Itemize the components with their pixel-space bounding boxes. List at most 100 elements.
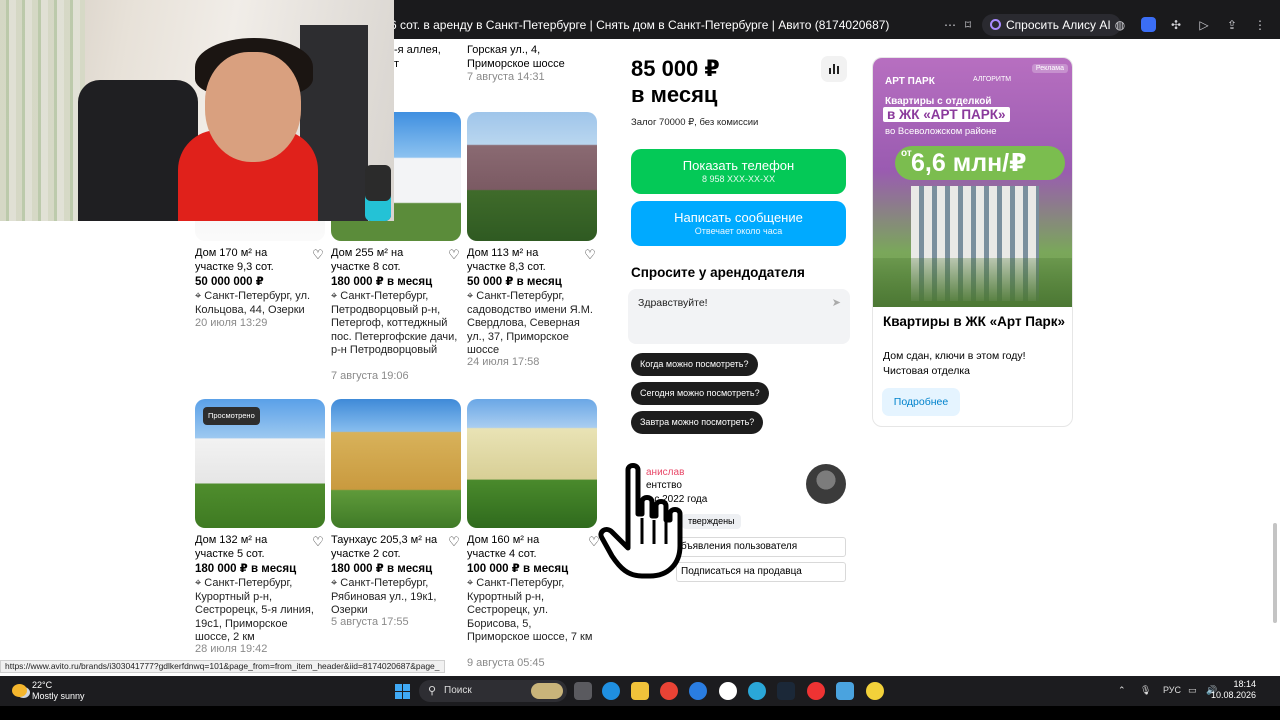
obs-icon[interactable] — [807, 682, 825, 700]
network-icon[interactable]: ▭ — [1188, 685, 1197, 696]
telegram-icon[interactable] — [748, 682, 766, 700]
ad-more-button[interactable]: Подробнее — [882, 388, 960, 416]
more-dots-icon[interactable]: ⋯ — [942, 17, 958, 33]
listing-title[interactable]: Дом 132 м² на участке 5 сот. — [195, 534, 307, 561]
listing-price: 180 000 ₽ в месяц — [195, 563, 297, 575]
app-icon[interactable] — [689, 682, 707, 700]
listing-title[interactable]: Дом 170 м² на участке 9,3 сот. — [195, 247, 307, 274]
listing-title[interactable]: Таунхаус 205,3 м² на участке 2 сот. — [331, 534, 443, 561]
windows-taskbar: 22°C Mostly sunny ⚲ Поиск ⌃ 🎙 РУС ▭ 🔊 18… — [0, 676, 1280, 706]
listing-address: ⌖ Санкт-Петербург, Петродворцовый р-н, П… — [331, 290, 458, 356]
listing-card-6[interactable]: Дом 160 м² на участке 4 сот. ♡ 100 000 ₽… — [467, 399, 600, 671]
favorite-heart-icon[interactable]: ♡ — [583, 248, 597, 262]
listing-date: 5 августа 17:55 — [331, 616, 409, 628]
tray-chevron-icon[interactable]: ⌃ — [1118, 685, 1126, 696]
search-icon: ⚲ — [428, 685, 437, 697]
app-icon[interactable] — [866, 682, 884, 700]
listing-address: ⌖ Санкт-Петербург, Курортный р-н, Сестро… — [467, 577, 593, 643]
quick-question-chip[interactable]: Сегодня можно посмотреть? — [631, 382, 769, 405]
listing-photo[interactable] — [467, 112, 597, 241]
partial-listing-right[interactable]: Горская ул., 4, Приморское шоссе 7 авгус… — [467, 44, 565, 85]
subscribe-seller-button[interactable]: Подписаться на продавца — [676, 562, 846, 582]
send-arrow-icon[interactable]: ➤ — [832, 296, 841, 309]
favorite-heart-icon[interactable]: ♡ — [447, 248, 461, 262]
stats-chart-icon[interactable] — [821, 56, 847, 82]
seller-avatar[interactable] — [806, 464, 846, 504]
share-icon[interactable]: ⇪ — [1224, 17, 1240, 33]
task-view-icon[interactable] — [574, 682, 592, 700]
taskbar-search[interactable]: ⚲ Поиск — [419, 680, 567, 702]
all-ads-button[interactable]: бъявления пользователя — [676, 537, 846, 557]
ask-alice-button[interactable]: Спросить Алису AI — [982, 14, 1121, 36]
scrollbar-thumb[interactable] — [1273, 523, 1277, 623]
ad-tag: Реклама — [1031, 64, 1068, 73]
extension-icon[interactable] — [1141, 17, 1156, 32]
weather-widget[interactable]: 22°C Mostly sunny — [32, 680, 85, 702]
language-indicator[interactable]: РУС — [1163, 685, 1181, 695]
ad-logo: АРТ ПАРК — [885, 76, 935, 87]
listing-price: 50 000 ₽ в месяц — [467, 276, 562, 288]
ad-card[interactable]: Реклама АРТ ПАРК АЛГОРИТМ Квартиры с отд… — [872, 57, 1073, 427]
listing-date: 9 августа 05:45 — [467, 657, 545, 669]
listing-price: 180 000 ₽ в месяц — [331, 563, 433, 575]
ad-partner-logo: АЛГОРИТМ — [973, 76, 1012, 83]
favorite-heart-icon[interactable]: ♡ — [447, 535, 461, 549]
location-pin-icon: ⌖ — [331, 290, 338, 302]
quick-question-chip[interactable]: Когда можно посмотреть? — [631, 353, 758, 376]
listing-photo[interactable] — [331, 399, 461, 528]
listing-price: 180 000 ₽ в месяц — [331, 276, 433, 288]
ad-banner[interactable]: Реклама АРТ ПАРК АЛГОРИТМ Квартиры с отд… — [873, 58, 1072, 307]
media-icon[interactable]: ▷ — [1196, 17, 1212, 33]
seller-confirmed-badge: тверждены — [682, 514, 741, 529]
webcam-overlay — [0, 0, 394, 221]
translate-icon[interactable]: ◍ — [1112, 17, 1128, 33]
listing-address: ⌖ Санкт-Петербург, ул. Кольцова, 44, Озе… — [195, 290, 311, 316]
listing-title[interactable]: Дом 160 м² на участке 4 сот. — [467, 534, 579, 561]
microphone-icon[interactable]: 🎙 — [1140, 685, 1151, 696]
location-pin-icon: ⌖ — [467, 290, 474, 302]
page-scrollbar[interactable] — [1272, 40, 1278, 670]
listing-title[interactable]: Дом 113 м² на участке 8,3 сот. — [467, 247, 579, 274]
listing-date: 28 июля 19:42 — [195, 643, 268, 655]
favorite-heart-icon[interactable]: ♡ — [311, 535, 325, 549]
page-title: 6 сот. в аренду в Санкт-Петербурге | Сня… — [390, 18, 890, 32]
quick-question-chip[interactable]: Завтра можно посмотреть? — [631, 411, 764, 434]
location-pin-icon: ⌖ — [195, 577, 202, 589]
alice-icon — [990, 19, 1001, 30]
listing-date: 7 августа 19:06 — [331, 370, 409, 382]
steam-icon[interactable] — [777, 682, 795, 700]
rent-price: 85 000 ₽ в месяц — [631, 56, 720, 107]
location-pin-icon: ⌖ — [331, 577, 338, 589]
screen: -я аллея, т Горская ул., 4, Приморское ш… — [0, 0, 1280, 720]
yandex-browser-icon[interactable] — [719, 682, 737, 700]
viewed-badge: Просмотрено — [203, 407, 260, 425]
listing-title[interactable]: Дом 255 м² на участке 8 сот. — [331, 247, 443, 274]
chrome-icon[interactable] — [660, 682, 678, 700]
listing-photo[interactable]: Просмотрено — [195, 399, 325, 528]
show-phone-button[interactable]: Показать телефон 8 958 XXX-XX-XX — [631, 149, 846, 194]
clock[interactable]: 18:14 10.08.2026 — [1211, 679, 1256, 701]
puzzle-icon[interactable]: ✣ — [1168, 17, 1184, 33]
favorite-heart-icon[interactable]: ♡ — [311, 248, 325, 262]
listing-photo[interactable] — [467, 399, 597, 528]
partial-listing-left[interactable]: -я аллея, т — [394, 44, 441, 71]
edge-icon[interactable] — [602, 682, 620, 700]
ask-landlord-title: Спросите у арендодателя — [631, 265, 805, 280]
listing-price: 50 000 000 ₽ — [195, 276, 264, 288]
hand-pointer-cursor-icon — [598, 463, 683, 579]
listing-card-5[interactable]: Таунхаус 205,3 м² на участке 2 сот. ♡ 18… — [331, 399, 461, 629]
ad-title[interactable]: Квартиры в ЖК «Арт Парк» — [883, 313, 1068, 330]
listing-card-4[interactable]: Просмотрено Дом 132 м² на участке 5 сот.… — [195, 399, 325, 659]
file-explorer-icon[interactable] — [631, 682, 649, 700]
bookmark-icon[interactable]: ⌑ — [960, 17, 976, 33]
status-bar-url: https://www.avito.ru/brands/i303041777?g… — [0, 660, 445, 673]
message-input[interactable]: Здравствуйте! ➤ — [628, 289, 850, 344]
menu-icon[interactable]: ⋮ — [1252, 17, 1268, 33]
windows-start-icon[interactable] — [395, 684, 410, 699]
listing-address: ⌖ Санкт-Петербург, садоводство имени Я.М… — [467, 290, 593, 356]
write-message-button[interactable]: Написать сообщение Отвечает около часа — [631, 201, 846, 246]
listing-card-3[interactable]: Дом 113 м² на участке 8,3 сот. ♡ 50 000 … — [467, 112, 597, 372]
weather-sun-icon[interactable] — [12, 684, 27, 697]
listing-price: 100 000 ₽ в месяц — [467, 563, 569, 575]
photos-icon[interactable] — [836, 682, 854, 700]
